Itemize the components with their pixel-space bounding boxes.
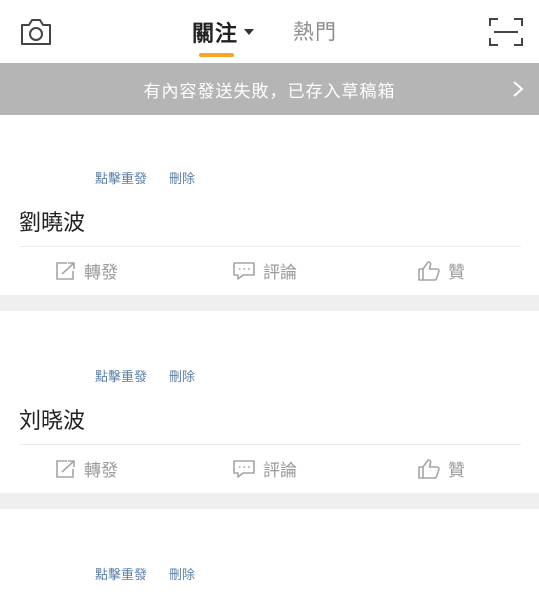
like-label: 贊 xyxy=(448,461,465,481)
post-actions: 點擊重發 刪除 xyxy=(95,168,195,187)
like-label: 贊 xyxy=(448,263,465,283)
active-tab-indicator xyxy=(199,53,234,57)
card-separator xyxy=(0,295,539,311)
retry-send-link[interactable]: 點擊重發 xyxy=(95,366,147,385)
post-actions: 點擊重發 刪除 xyxy=(95,564,195,583)
caret-down-icon xyxy=(244,29,255,35)
tab-hot[interactable]: 熱門 xyxy=(293,16,337,48)
banner-text: 有內容發送失敗，已存入草稿箱 xyxy=(143,81,396,102)
repost-icon xyxy=(56,459,75,478)
thumbs-up-icon xyxy=(418,458,440,479)
like-button[interactable]: 贊 xyxy=(418,258,465,283)
tab-follow-label: 關注 xyxy=(192,22,239,47)
retry-send-link[interactable]: 點擊重發 xyxy=(95,168,147,187)
comment-button[interactable]: 評論 xyxy=(233,456,297,481)
post-actions: 點擊重發 刪除 xyxy=(95,366,195,385)
delete-link[interactable]: 刪除 xyxy=(169,366,195,385)
delete-link[interactable]: 刪除 xyxy=(169,168,195,187)
comment-button[interactable]: 評論 xyxy=(233,258,297,283)
comment-label: 評論 xyxy=(263,461,297,481)
header-tabs: 關注 熱門 xyxy=(0,0,539,63)
scan-icon[interactable] xyxy=(488,17,524,47)
chevron-right-icon xyxy=(513,81,524,97)
repost-button[interactable]: 轉發 xyxy=(56,258,118,283)
repost-icon xyxy=(56,261,75,280)
retry-send-link[interactable]: 點擊重發 xyxy=(95,564,147,583)
post-text: 刘晓波 xyxy=(19,409,86,434)
like-button[interactable]: 贊 xyxy=(418,456,465,481)
divider xyxy=(19,246,521,247)
tab-follow[interactable]: 關注 xyxy=(192,16,255,48)
divider xyxy=(19,444,521,445)
top-bar: 關注 熱門 xyxy=(0,0,539,63)
post-card: 點擊重發 刪除 刘晓波 轉發 評論 贊 xyxy=(0,311,539,493)
comment-label: 評論 xyxy=(263,263,297,283)
repost-label: 轉發 xyxy=(84,263,118,283)
repost-button[interactable]: 轉發 xyxy=(56,456,118,481)
thumbs-up-icon xyxy=(418,260,440,281)
post-card: 點擊重發 刪除 劉曉波 轉發 評論 贊 xyxy=(0,115,539,295)
comment-icon xyxy=(233,459,255,478)
post-text: 劉曉波 xyxy=(19,211,86,236)
comment-icon xyxy=(233,261,255,280)
card-separator xyxy=(0,493,539,509)
repost-label: 轉發 xyxy=(84,461,118,481)
delete-link[interactable]: 刪除 xyxy=(169,564,195,583)
post-card: 點擊重發 刪除 xyxy=(0,509,539,600)
draft-failure-banner[interactable]: 有內容發送失敗，已存入草稿箱 xyxy=(0,63,539,115)
